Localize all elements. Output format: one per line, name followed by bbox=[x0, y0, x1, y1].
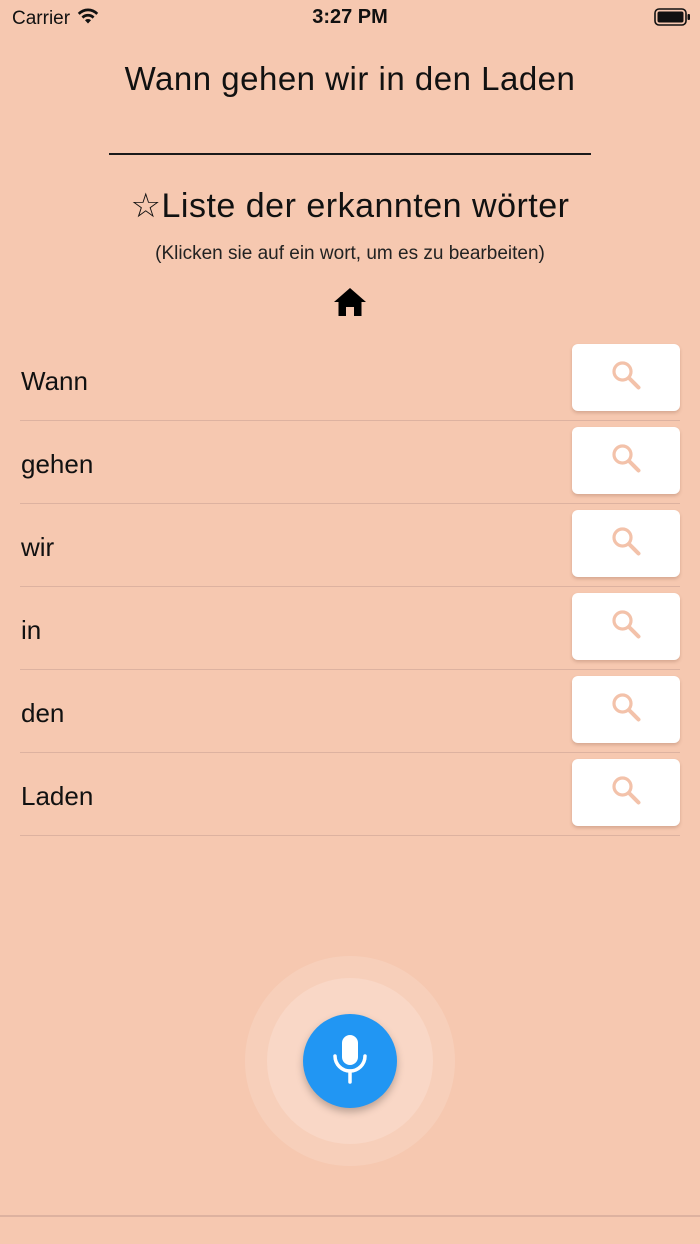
list-item[interactable]: wir bbox=[20, 504, 680, 587]
search-button[interactable] bbox=[572, 593, 680, 660]
bottom-divider bbox=[0, 1215, 700, 1217]
word-text[interactable]: in bbox=[20, 615, 41, 646]
word-list: Wann gehen wir in den Laden bbox=[20, 338, 680, 836]
search-button[interactable] bbox=[572, 510, 680, 577]
list-item[interactable]: Laden bbox=[20, 753, 680, 836]
home-icon bbox=[333, 287, 367, 322]
word-text[interactable]: wir bbox=[20, 532, 54, 563]
search-button[interactable] bbox=[572, 759, 680, 826]
edit-hint: (Klicken sie auf ein wort, um es zu bear… bbox=[155, 243, 545, 264]
search-button[interactable] bbox=[572, 427, 680, 494]
search-icon bbox=[610, 525, 642, 562]
mic-button[interactable] bbox=[303, 1014, 397, 1108]
status-bar: Carrier 3:27 PM bbox=[0, 0, 700, 36]
battery-icon bbox=[654, 8, 690, 26]
list-title: ☆Liste der erkannten wörter bbox=[130, 187, 570, 225]
list-item[interactable]: in bbox=[20, 587, 680, 670]
search-icon bbox=[610, 359, 642, 396]
mic-icon bbox=[330, 1033, 370, 1090]
home-button[interactable] bbox=[333, 287, 367, 321]
list-item[interactable]: Wann bbox=[20, 338, 680, 421]
search-icon bbox=[610, 608, 642, 645]
word-text[interactable]: gehen bbox=[20, 449, 93, 480]
divider bbox=[109, 153, 591, 155]
list-item[interactable]: gehen bbox=[20, 421, 680, 504]
status-time: 3:27 PM bbox=[312, 6, 388, 28]
search-icon bbox=[610, 691, 642, 728]
search-icon bbox=[610, 442, 642, 479]
search-button[interactable] bbox=[572, 344, 680, 411]
word-text[interactable]: den bbox=[20, 698, 64, 729]
list-item[interactable]: den bbox=[20, 670, 680, 753]
recognized-sentence: Wann gehen wir in den Laden bbox=[124, 60, 576, 97]
word-text[interactable]: Laden bbox=[20, 781, 93, 812]
search-button[interactable] bbox=[572, 676, 680, 743]
search-icon bbox=[610, 774, 642, 811]
word-text[interactable]: Wann bbox=[20, 366, 88, 397]
